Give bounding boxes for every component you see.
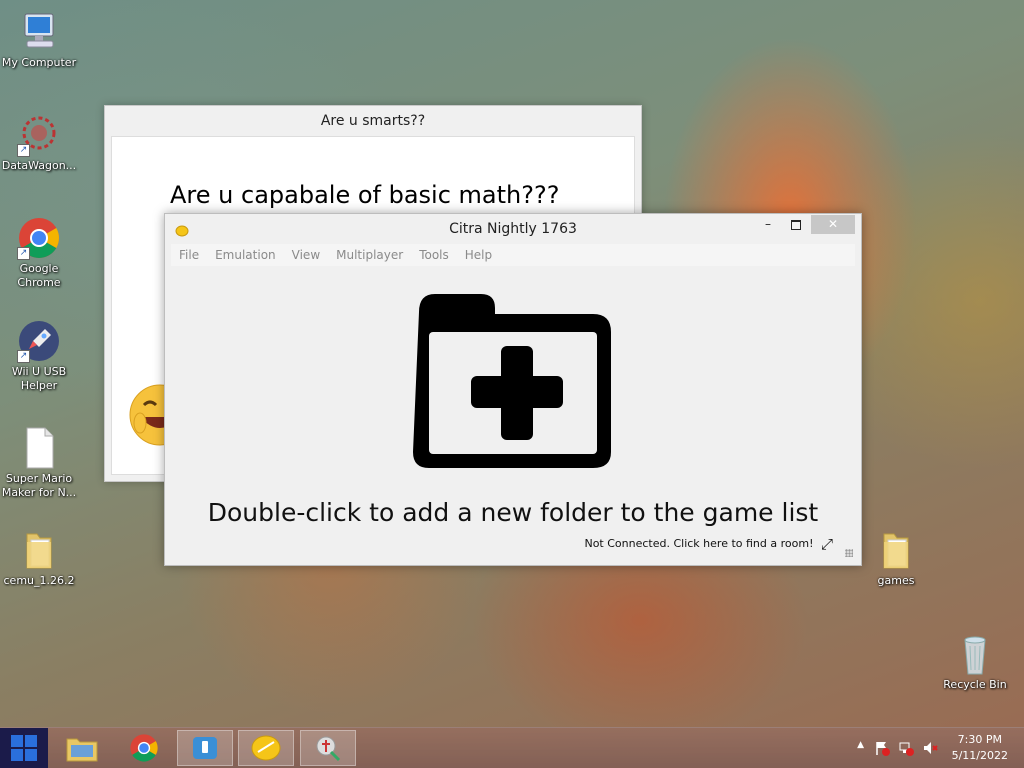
- wii-u-helper-icon: [193, 737, 217, 759]
- datawagon-icon: ↗: [17, 113, 61, 157]
- recycle-bin-icon: [953, 632, 997, 676]
- quiz-app-icon: [316, 736, 341, 762]
- desktop-icon-my-computer[interactable]: My Computer: [0, 10, 79, 70]
- shortcut-arrow-icon: ↗: [17, 144, 30, 157]
- game-list-area[interactable]: Double-click to add a new folder to the …: [171, 266, 855, 559]
- question-text: Are u capabale of basic math???: [170, 181, 560, 209]
- file-explorer-icon: [66, 738, 98, 762]
- start-button[interactable]: [0, 728, 48, 768]
- menu-bar: File Emulation View Multiplayer Tools Help: [171, 244, 855, 267]
- folder-icon: [874, 528, 918, 572]
- clock-time: 7:30 PM: [957, 733, 1002, 746]
- resize-grip[interactable]: [845, 549, 853, 557]
- desktop-icon-label: Wii U USB Helper: [11, 365, 67, 392]
- chrome-icon: [130, 734, 158, 762]
- desktop-icon-google-chrome[interactable]: ↗ Google Chrome: [0, 216, 79, 290]
- window-title: Are u smarts??: [320, 113, 426, 129]
- folder-icon: [17, 528, 61, 572]
- desktop-icon-cemu[interactable]: cemu_1.26.2: [0, 528, 79, 588]
- volume-muted-icon[interactable]: [922, 740, 938, 760]
- menu-emulation[interactable]: Emulation: [207, 244, 284, 266]
- clock-date: 5/11/2022: [951, 749, 1008, 762]
- network-status[interactable]: Not Connected. Click here to find a room…: [584, 535, 833, 553]
- desktop-icon-games[interactable]: games: [856, 528, 936, 588]
- title-bar[interactable]: Citra Nightly 1763 – ✕: [165, 214, 861, 244]
- desktop-icon-wii-u-usb-helper[interactable]: ↗ Wii U USB Helper: [0, 319, 79, 393]
- shortcut-arrow-icon: ↗: [17, 350, 30, 363]
- computer-icon: [17, 10, 61, 54]
- desktop-icon-label: games: [877, 574, 915, 587]
- network-status-text[interactable]: Not Connected. Click here to find a room…: [584, 537, 813, 550]
- taskbar-wii-u-helper[interactable]: [177, 730, 233, 766]
- menu-help[interactable]: Help: [457, 244, 500, 266]
- maximize-button[interactable]: [783, 215, 809, 234]
- taskbar-chrome[interactable]: [116, 730, 172, 766]
- add-folder-icon: [411, 292, 613, 474]
- desktop-icon-label: Super Mario Maker for N...: [1, 472, 77, 499]
- taskbar-quiz-app[interactable]: [300, 730, 356, 766]
- taskbar: ▲ 7:30 PM 5/11/2022: [0, 727, 1024, 768]
- action-center-flag-icon[interactable]: [874, 740, 890, 760]
- close-button[interactable]: ✕: [811, 215, 855, 234]
- rocket-icon: ↗: [17, 319, 61, 363]
- shortcut-arrow-icon: ↗: [17, 247, 30, 260]
- menu-multiplayer[interactable]: Multiplayer: [328, 244, 411, 266]
- menu-file[interactable]: File: [171, 244, 207, 266]
- desktop-icon-label: Google Chrome: [17, 262, 61, 289]
- taskbar-clock[interactable]: 7:30 PM 5/11/2022: [952, 732, 1008, 764]
- desktop-icon-label: My Computer: [1, 56, 77, 69]
- menu-tools[interactable]: Tools: [411, 244, 457, 266]
- maximize-icon: [791, 219, 801, 230]
- desktop-icon-super-mario-maker[interactable]: Super Mario Maker for N...: [0, 426, 79, 500]
- desktop-icon-recycle-bin[interactable]: Recycle Bin: [935, 632, 1015, 692]
- desktop-icon-label: Recycle Bin: [943, 678, 1007, 691]
- desktop-icon-datawagon[interactable]: ↗ DataWagon...: [0, 113, 79, 173]
- citra-icon: [251, 735, 281, 761]
- menu-view[interactable]: View: [284, 244, 328, 266]
- desktop-icon-label: DataWagon...: [1, 159, 77, 172]
- taskbar-citra[interactable]: [238, 730, 294, 766]
- minimize-button[interactable]: –: [755, 215, 781, 234]
- chrome-icon: ↗: [17, 216, 61, 260]
- citra-window[interactable]: Citra Nightly 1763 – ✕ File Emulation View…: [164, 213, 862, 566]
- empty-game-list-message: Double-click to add a new folder to the …: [207, 498, 819, 527]
- network-icon[interactable]: [898, 740, 914, 760]
- file-icon: [17, 426, 61, 470]
- show-hidden-icons-button[interactable]: ▲: [857, 740, 864, 750]
- desktop-icon-label: cemu_1.26.2: [3, 574, 75, 587]
- windows-logo-icon: [11, 735, 37, 761]
- taskbar-file-explorer[interactable]: [54, 730, 110, 766]
- network-disconnected-icon: ⤢: [820, 535, 833, 553]
